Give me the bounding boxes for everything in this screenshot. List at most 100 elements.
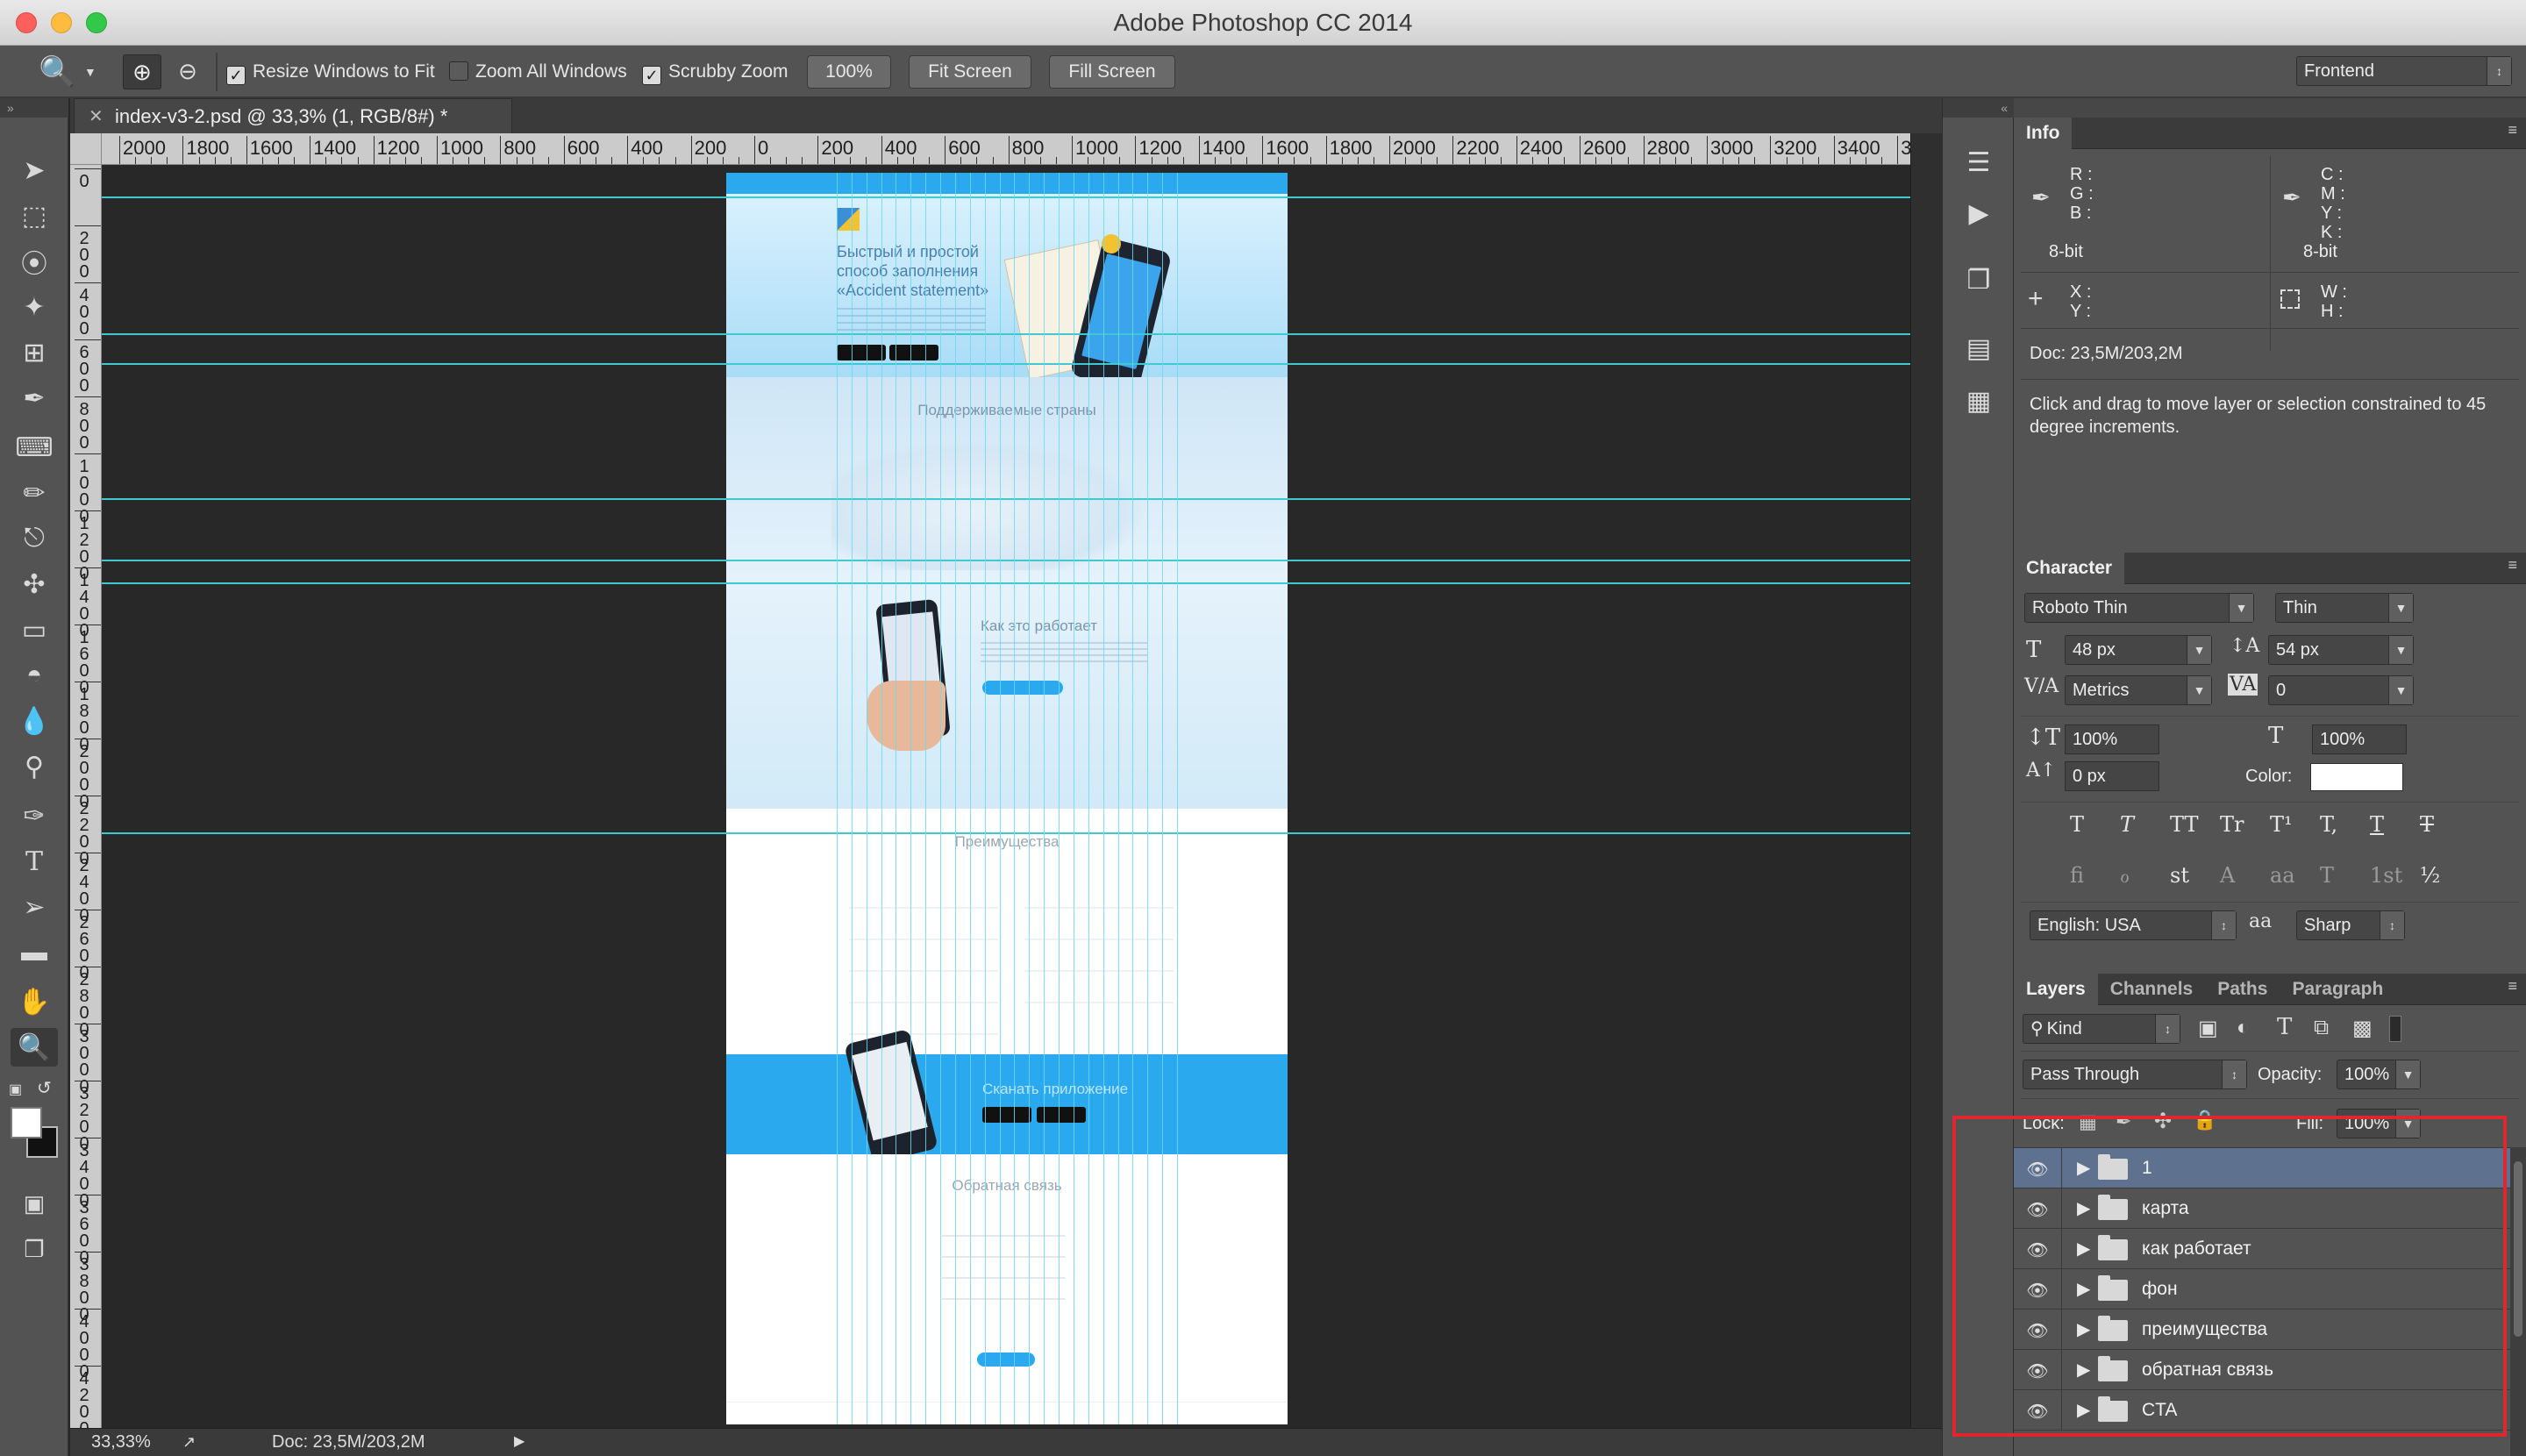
chevron-down-icon[interactable]: ▼	[84, 65, 96, 79]
faux-style-button[interactable]: T	[2070, 812, 2084, 837]
history-brush-tool-icon[interactable]: ✣	[11, 565, 58, 603]
opentype-button[interactable]: aa	[2270, 863, 2295, 888]
panel-menu-icon[interactable]: ≡	[2508, 556, 2517, 575]
antialias-select[interactable]: Sharp ↕	[2296, 910, 2405, 940]
opentype-button[interactable]: fi	[2070, 863, 2084, 888]
brush-tool-icon[interactable]: ✏	[11, 474, 58, 512]
swap-colors-icon[interactable]: ↺	[37, 1077, 52, 1099]
clone-stamp-tool-icon[interactable]: ⎋	[11, 519, 58, 558]
fit-screen-button[interactable]: Fit Screen	[909, 55, 1031, 89]
collapse-panel-icon[interactable]: »	[0, 98, 68, 118]
zoom-out-icon[interactable]: ⊖	[168, 54, 207, 89]
vertical-guide[interactable]	[1000, 173, 1001, 1424]
vertical-guide[interactable]	[1177, 173, 1178, 1424]
canvas-area[interactable]: Быстрый и простой способ заполнения «Acc…	[102, 165, 1910, 1428]
opentype-button[interactable]: A	[2220, 863, 2235, 888]
opentype-button[interactable]: ℴ	[2120, 863, 2130, 888]
blend-mode-select[interactable]: Pass Through ↕	[2023, 1060, 2247, 1089]
panel-menu-icon[interactable]: ≡	[2508, 121, 2517, 139]
hand-tool-icon[interactable]: ✋	[11, 982, 58, 1021]
vertical-guide[interactable]	[1147, 173, 1148, 1424]
baseline-shift-field[interactable]: 0 px	[2065, 761, 2159, 791]
language-select[interactable]: English: USA ↕	[2030, 910, 2237, 940]
default-colors-icon[interactable]: ▣	[9, 1081, 22, 1098]
horizontal-guide[interactable]	[102, 560, 1910, 561]
opentype-button[interactable]: 1st	[2370, 863, 2402, 888]
leading-select[interactable]: 54 px ▼	[2268, 635, 2414, 665]
filter-toggle[interactable]	[2389, 1016, 2401, 1042]
zoom-tool-icon[interactable]: 🔍	[11, 1028, 58, 1067]
rectangle-tool-icon[interactable]: ▬	[11, 933, 58, 972]
filter-type-icon[interactable]: T	[2277, 1014, 2292, 1040]
properties-icon[interactable]: ▦	[1959, 381, 1999, 421]
horizontal-guide[interactable]	[102, 582, 1910, 584]
eraser-tool-icon[interactable]: ▭	[11, 610, 58, 649]
ruler-origin[interactable]	[70, 133, 102, 165]
marquee-tool-icon[interactable]: ⬚	[11, 196, 58, 235]
quick-selection-tool-icon[interactable]: ✦	[11, 288, 58, 326]
resize-windows-checkbox[interactable]: ✓ Resize Windows to Fit	[226, 56, 435, 88]
vertical-scrollbar[interactable]	[1910, 133, 1942, 1428]
status-menu-icon[interactable]: ▶	[514, 1429, 524, 1455]
vertical-scale-field[interactable]: 100%	[2065, 724, 2159, 754]
tab-layers[interactable]: Layers	[2014, 974, 2098, 1005]
vertical-guide[interactable]	[910, 173, 911, 1424]
vertical-guide[interactable]	[837, 173, 838, 1424]
vertical-guide[interactable]	[985, 173, 986, 1424]
horizontal-guide[interactable]	[102, 498, 1910, 500]
tab-paths[interactable]: Paths	[2205, 974, 2280, 1005]
faux-style-button[interactable]: T	[2120, 812, 2134, 837]
close-tab-icon[interactable]: ✕	[89, 99, 103, 134]
tab-character[interactable]: Character	[2014, 553, 2125, 584]
vertical-guide[interactable]	[1132, 173, 1133, 1424]
font-style-select[interactable]: Thin ▼	[2275, 593, 2414, 623]
close-window-button[interactable]	[16, 12, 37, 33]
paint-bucket-tool-icon[interactable]: ◓	[11, 656, 58, 695]
collapse-dock-icon[interactable]: «	[1943, 98, 2015, 118]
vertical-guide[interactable]	[1103, 173, 1104, 1424]
export-icon[interactable]: ↗	[182, 1429, 196, 1455]
scrubby-zoom-checkbox[interactable]: ✓ Scrubby Zoom	[642, 56, 788, 88]
vertical-guide[interactable]	[1044, 173, 1045, 1424]
faux-style-button[interactable]: TT	[2170, 812, 2198, 837]
zoom-100-button[interactable]: 100%	[807, 55, 891, 89]
history-icon[interactable]: ☰	[1959, 142, 1999, 182]
workspace-select[interactable]: Frontend ↕	[2296, 56, 2512, 86]
notes-icon[interactable]: ▤	[1959, 328, 1999, 368]
vertical-guide[interactable]	[881, 173, 882, 1424]
dodge-tool-icon[interactable]: ⚲	[11, 747, 58, 786]
panel-menu-icon[interactable]: ≡	[2508, 977, 2517, 996]
pen-tool-icon[interactable]: ✑	[11, 796, 58, 835]
opentype-button[interactable]: st	[2170, 863, 2189, 888]
faux-style-button[interactable]: T¹	[2270, 812, 2293, 837]
horizontal-guide[interactable]	[102, 832, 1910, 834]
filter-adjustment-icon[interactable]: ◐	[2237, 1016, 2250, 1040]
fill-screen-button[interactable]: Fill Screen	[1049, 55, 1175, 89]
eyedropper-tool-icon[interactable]: ✒	[11, 379, 58, 418]
opentype-button[interactable]: T	[2320, 863, 2334, 888]
faux-style-button[interactable]: T	[2370, 812, 2384, 837]
opentype-button[interactable]: ½	[2420, 863, 2440, 888]
vertical-ruler[interactable]: 02 0 04 0 06 0 08 0 01 0 0 01 2 0 01 4 0…	[70, 165, 102, 1428]
tab-paragraph[interactable]: Paragraph	[2280, 974, 2395, 1005]
vertical-guide[interactable]	[852, 173, 853, 1424]
zoom-in-icon[interactable]: ⊕	[123, 54, 161, 89]
font-size-select[interactable]: 48 px ▼	[2065, 635, 2212, 665]
healing-brush-tool-icon[interactable]: ⌨	[11, 428, 58, 467]
filter-pixel-icon[interactable]: ▣	[2198, 1016, 2218, 1041]
foreground-color-swatch[interactable]	[11, 1107, 42, 1138]
lasso-tool-icon[interactable]: ⦿	[11, 242, 58, 281]
zoom-level-readout[interactable]: 33,33%	[91, 1429, 151, 1455]
crop-tool-icon[interactable]: ⊞	[11, 333, 58, 372]
blur-tool-icon[interactable]: 💧	[11, 702, 58, 740]
font-family-select[interactable]: Roboto Thin ▼	[2024, 593, 2254, 623]
opacity-field[interactable]: 100% ▼	[2337, 1060, 2421, 1089]
vertical-guide[interactable]	[1014, 173, 1015, 1424]
quick-mask-icon[interactable]: ▣	[11, 1184, 58, 1223]
layers-scrollbar[interactable]	[2510, 1147, 2526, 1456]
vertical-guide[interactable]	[925, 173, 926, 1424]
vertical-guide[interactable]	[955, 173, 956, 1424]
vertical-guide[interactable]	[1118, 173, 1119, 1424]
zoom-all-windows-checkbox[interactable]: Zoom All Windows	[449, 56, 627, 88]
faux-style-button[interactable]: T,	[2320, 812, 2337, 837]
